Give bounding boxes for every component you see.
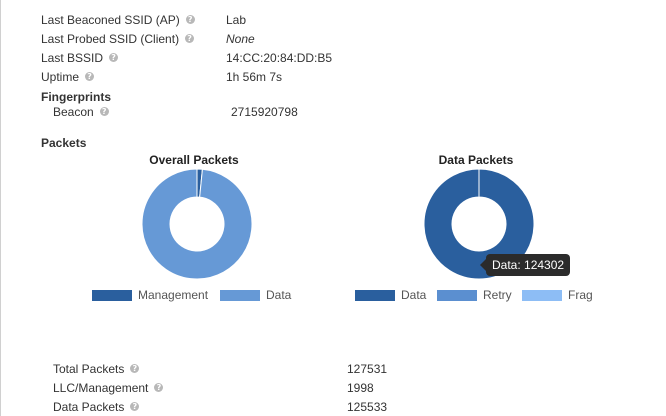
help-icon[interactable]: ?: [99, 107, 109, 117]
legend-swatch-frag: [522, 290, 562, 301]
summary-row-label: LLC/Management?: [53, 381, 164, 395]
packets-heading: Packets: [41, 136, 87, 150]
summary-row-label: Data Packets?: [53, 400, 140, 414]
help-icon[interactable]: ?: [85, 72, 95, 82]
legend-label-frag[interactable]: Frag: [568, 288, 593, 302]
panel-left-border: [0, 0, 1, 416]
legend-label-management[interactable]: Management: [138, 288, 208, 302]
help-icon[interactable]: ?: [109, 53, 119, 63]
data-packets-value: 125533: [347, 400, 388, 414]
last-probed-ssid-value: None: [226, 32, 255, 46]
info-row-label: Last BSSID?: [41, 51, 119, 65]
help-icon[interactable]: ?: [185, 15, 195, 25]
legend-label-data[interactable]: Data: [401, 288, 426, 302]
summary-row-label: Total Packets?: [53, 362, 140, 376]
last-beaconed-ssid-value: Lab: [226, 13, 247, 27]
beacon-value: 2715920798: [231, 105, 298, 119]
help-icon[interactable]: ?: [185, 34, 195, 44]
help-icon[interactable]: ?: [130, 364, 140, 374]
help-icon[interactable]: ?: [130, 402, 140, 412]
info-row-label: Last Beaconed SSID (AP)?: [41, 13, 195, 27]
uptime-value: 1h 56m 7s: [226, 70, 283, 84]
fingerprints-heading: Fingerprints: [41, 90, 112, 104]
llc-management-value: 1998: [347, 381, 374, 395]
data-packets-label: Data Packets: [53, 400, 125, 414]
last-bssid-label: Last BSSID: [41, 51, 104, 65]
total-packets-value: 127531: [347, 362, 388, 376]
beacon-label: Beacon: [53, 105, 94, 119]
overall-packets-chart-title: Overall Packets: [149, 153, 239, 167]
info-row-label: Last Probed SSID (Client)?: [41, 32, 195, 46]
data-packets-chart-title: Data Packets: [438, 153, 514, 167]
last-bssid-value: 14:CC:20:84:DD:B5: [226, 51, 333, 65]
uptime-label: Uptime: [41, 70, 80, 84]
llc-management-label: LLC/Management: [53, 381, 149, 395]
last-beaconed-ssid-label: Last Beaconed SSID (AP): [41, 13, 180, 27]
legend-swatch-retry: [437, 290, 477, 301]
info-row-label: Uptime?: [41, 70, 95, 84]
legend-swatch-data: [355, 290, 395, 301]
legend-label-data[interactable]: Data: [266, 288, 291, 302]
info-row-label: Beacon?: [53, 105, 109, 119]
help-icon[interactable]: ?: [154, 383, 164, 393]
overall-packets-donut-chart: [141, 168, 253, 280]
donut-slice-data[interactable]: [141, 168, 253, 280]
chart-tooltip: Data: 124302: [486, 254, 571, 276]
last-probed-ssid-label: Last Probed SSID (Client): [41, 32, 180, 46]
total-packets-label: Total Packets: [53, 362, 125, 376]
legend-swatch-management: [92, 290, 132, 301]
legend-swatch-data: [220, 290, 260, 301]
legend-label-retry[interactable]: Retry: [483, 288, 512, 302]
